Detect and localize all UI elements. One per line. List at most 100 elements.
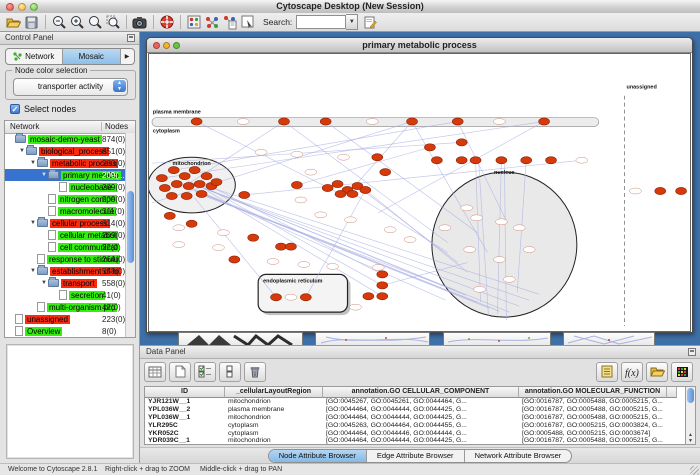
table-row[interactable]: YJR121W__1mitochondrion[GO:0045267, GO:0… <box>145 398 685 406</box>
tree-row[interactable]: multi-organism pro42(0) <box>5 301 126 313</box>
select-attributes-icon[interactable] <box>194 362 216 382</box>
table-scrollbar[interactable]: ▲▼ <box>685 386 696 445</box>
table-row[interactable]: YKR052Ccytoplasm[GO:0044464, GO:0044446,… <box>145 429 685 437</box>
zoom-fit-icon[interactable] <box>86 14 103 30</box>
search-input[interactable] <box>296 15 346 29</box>
search-dropdown-arrow[interactable]: ▼ <box>346 14 358 30</box>
annotation-icon[interactable] <box>239 14 256 30</box>
column-header[interactable]: ID <box>145 387 225 398</box>
more-tabs-arrow-icon[interactable]: ▶ <box>121 49 134 64</box>
tree-row[interactable]: macromolecule311(0) <box>5 205 126 217</box>
snapshot-icon[interactable] <box>131 14 148 30</box>
tab-edge-attribute-browser[interactable]: Edge Attribute Browser <box>367 450 465 462</box>
tree-row[interactable]: nitrogen compo209(0) <box>5 193 126 205</box>
background-window[interactable] <box>178 332 303 345</box>
inner-minimize-button[interactable] <box>163 42 170 49</box>
heatmap-icon[interactable] <box>671 362 693 382</box>
tree-column-nodes[interactable]: Nodes <box>101 122 128 131</box>
node-color-dropdown[interactable]: transporter activity ▲▼ <box>13 78 128 96</box>
unselect-attributes-icon[interactable] <box>219 362 241 382</box>
expander-icon[interactable]: ▼ <box>29 160 37 166</box>
birdseye-view[interactable] <box>6 344 134 459</box>
inner-zoom-button[interactable] <box>173 42 180 49</box>
tree-row-label: unassigned <box>25 315 70 324</box>
tree-row[interactable]: mosaic-demo-yeast874(0) <box>5 133 126 145</box>
close-button[interactable] <box>6 3 14 11</box>
tree-scrollbar[interactable] <box>125 133 135 337</box>
network-view-window[interactable]: primary metabolic process plasma membran… <box>146 37 693 333</box>
tree-row[interactable]: cellular metabol209(0) <box>5 229 126 241</box>
tree-row[interactable]: ▼cellular process614(0) <box>5 217 126 229</box>
delete-attribute-icon[interactable] <box>244 362 266 382</box>
tree-row[interactable]: secretion41(0) <box>5 289 126 301</box>
inner-close-button[interactable] <box>153 42 160 49</box>
expander-icon[interactable]: ▼ <box>29 268 37 274</box>
tree-row[interactable]: ▼primary metabo209(... <box>5 169 126 181</box>
tree-row[interactable]: Overview8(0) <box>5 325 126 337</box>
tab-node-attribute-browser[interactable]: Node Attribute Browser <box>269 450 367 462</box>
tree-row[interactable]: unassigned223(0) <box>5 313 126 325</box>
folder-icon <box>48 279 59 287</box>
formula-builder-icon[interactable]: f(x) <box>621 362 643 382</box>
select-nodes-checkbox[interactable]: ✓ <box>10 104 20 114</box>
search-config-icon[interactable] <box>362 14 379 30</box>
tree-row[interactable]: ▼establishment of lo558(0) <box>5 265 126 277</box>
control-panel-title: Control Panel <box>5 33 53 42</box>
table-row[interactable]: YPL036W__2plasma membrane[GO:0044464, GO… <box>145 406 685 414</box>
vizmapper-icon[interactable] <box>185 14 202 30</box>
tree-row-label: biological_process <box>39 147 109 156</box>
table-row[interactable]: YDR039C__1mitochondrion[GO:0044464, GO:0… <box>145 437 685 445</box>
expander-icon[interactable]: ▼ <box>29 220 37 226</box>
tree-row[interactable]: ▼biological_process651(0) <box>5 145 126 157</box>
expander-icon[interactable]: ▼ <box>40 280 48 286</box>
tree-row[interactable]: cell communicat22(0) <box>5 241 126 253</box>
zoom-selected-icon[interactable] <box>104 14 121 30</box>
table-scrollbar-thumb[interactable] <box>687 388 694 403</box>
save-icon[interactable] <box>23 14 40 30</box>
file-icon <box>59 290 67 300</box>
create-view-icon[interactable] <box>203 14 220 30</box>
destroy-view-icon[interactable] <box>221 14 238 30</box>
column-header[interactable]: annotation.GO CELLULAR_COMPONENT <box>323 387 519 398</box>
attribute-table-icon[interactable] <box>144 362 166 382</box>
tab-network[interactable]: Network <box>6 49 64 64</box>
zoom-in-icon[interactable] <box>68 14 85 30</box>
tree-column-network[interactable]: Network <box>10 122 39 131</box>
column-header[interactable]: _cellularLayoutRegion <box>225 387 323 398</box>
tree-row-node-count: 209(0) <box>102 183 125 192</box>
tree-row[interactable]: ▼metabolic process280(0) <box>5 157 126 169</box>
zoom-out-icon[interactable] <box>50 14 67 30</box>
table-row[interactable]: YLR295Ccytoplasm[GO:0045263, GO:0044464,… <box>145 421 685 429</box>
background-window[interactable] <box>443 332 551 345</box>
network-canvas[interactable]: plasma membranecytoplasmmitochondrionnuc… <box>148 53 691 332</box>
column-header[interactable] <box>667 387 677 398</box>
scrollbar-arrows[interactable]: ▲▼ <box>686 432 695 444</box>
attribute-table[interactable]: ID_cellularLayoutRegionannotation.GO CEL… <box>144 386 686 445</box>
folder-icon <box>37 219 48 227</box>
tab-network-attribute-browser[interactable]: Network Attribute Browser <box>465 450 572 462</box>
column-header[interactable]: annotation.GO MOLECULAR_FUNCTION <box>519 387 667 398</box>
help-icon[interactable] <box>158 14 175 30</box>
tree-scrollbar-thumb[interactable] <box>127 191 134 263</box>
import-attributes-icon[interactable] <box>646 362 668 382</box>
zoom-button[interactable] <box>30 3 38 11</box>
control-panel-tabs: Network Mosaic ▶ <box>5 48 135 65</box>
new-attribute-icon[interactable] <box>169 362 191 382</box>
background-window[interactable] <box>563 332 655 345</box>
tree-row[interactable]: response to stimulu264(0) <box>5 253 126 265</box>
svg-text:endoplasmic reticulum: endoplasmic reticulum <box>263 278 323 284</box>
tree-row[interactable]: nucleobase-209(0) <box>5 181 126 193</box>
table-row[interactable]: YPL036W__1mitochondrion[GO:0044464, GO:0… <box>145 414 685 422</box>
expander-icon[interactable]: ▼ <box>40 172 48 178</box>
float-panel-icon[interactable] <box>688 348 696 356</box>
minimize-button[interactable] <box>18 3 26 11</box>
open-file-icon[interactable] <box>5 14 22 30</box>
expander-icon[interactable]: ▼ <box>18 148 26 154</box>
tree-row-node-count: 311(0) <box>102 207 125 216</box>
attribute-list-icon[interactable] <box>596 362 618 382</box>
tree-row[interactable]: ▼transport558(0) <box>5 277 126 289</box>
float-panel-icon[interactable] <box>127 34 135 42</box>
background-window[interactable] <box>315 332 430 345</box>
tab-mosaic[interactable]: Mosaic <box>63 49 121 64</box>
file-icon <box>37 254 45 264</box>
